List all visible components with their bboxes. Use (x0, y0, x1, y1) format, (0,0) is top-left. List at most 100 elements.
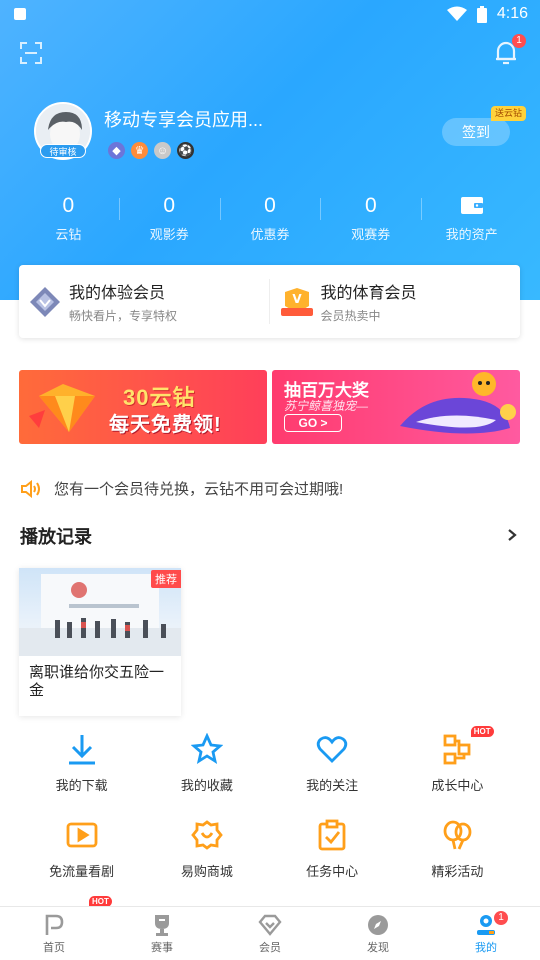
notification-button[interactable]: 1 (494, 34, 526, 66)
stat-label: 观影券 (149, 227, 189, 242)
hot-tag: HOT (470, 726, 494, 737)
feature-grid-row-1: 我的下载 我的收藏 我的关注 成长中心 HOT (19, 726, 520, 794)
lottery-promo-banner[interactable]: 抽百万大奖 苏宁鲸喜独宠— GO > (272, 370, 520, 444)
membership-card: 我的体验会员 畅快看片，专享特权 V 我的体育会员 会员热卖中 (19, 265, 520, 338)
banner-go-button[interactable]: GO > (284, 414, 342, 432)
speaker-icon (21, 479, 40, 498)
asset-stats: 0 云钻 0 观影券 0 优惠券 0 观赛券 我的资产 (18, 192, 522, 248)
grid-label: 成长中心 (431, 778, 484, 793)
member-subtitle: 会员热卖中 (320, 309, 381, 323)
task-icon (318, 819, 346, 851)
svg-text:V: V (292, 292, 302, 306)
diamond-level-icon[interactable]: ◆ (108, 142, 125, 159)
notice-text: 您有一个会员待兑换，云钻不用可会过期哦! (54, 481, 344, 498)
wifi-icon (446, 6, 467, 21)
history-item-title: 离职谁给你交五险一金 (29, 664, 165, 699)
grid-label: 免流量看剧 (49, 864, 115, 879)
grid-label: 我的收藏 (180, 778, 233, 793)
history-item[interactable]: 推荐 离职谁给你交五险一金 (19, 568, 181, 716)
status-time: 4:16 (496, 5, 528, 22)
stat-value: 0 (264, 194, 276, 217)
tab-label: 我的 (475, 942, 497, 954)
feature-grid-row-2: 免流量看剧 易购商城 任务中心 精彩活动 (19, 819, 520, 880)
whale-illustration-icon (400, 372, 516, 434)
sports-member-icon: V (280, 287, 313, 316)
balloon-icon (443, 820, 472, 850)
grid-label: 精彩活动 (431, 864, 484, 879)
trophy-icon (155, 915, 169, 936)
grid-item-download[interactable]: 我的下载 (19, 733, 144, 794)
grid-item-events[interactable]: 精彩活动 (395, 819, 520, 880)
tab-label: 会员 (259, 942, 281, 954)
home-icon (45, 914, 64, 935)
stat-label: 优惠券 (250, 227, 290, 242)
soccer-level-icon[interactable]: ⚽ (177, 142, 194, 159)
avatar-status-badge: 待审核 (40, 144, 86, 158)
status-bar: 4:16 (0, 0, 540, 30)
stat-coupon[interactable]: 0 优惠券 (219, 192, 321, 248)
grid-label: 我的下载 (55, 778, 108, 793)
recommend-tag: 推荐 (151, 570, 181, 588)
stat-my-assets[interactable]: 我的资产 (421, 192, 522, 248)
tab-label: 首页 (43, 942, 65, 954)
signin-button[interactable]: 签到 (442, 118, 510, 146)
member-title: 我的体验会员 (69, 285, 166, 302)
notification-badge: 1 (512, 34, 526, 48)
experience-member-icon (30, 286, 60, 317)
member-title: 我的体育会员 (320, 285, 417, 302)
level-icons: ◆ ♛ ☺ ⚽ (108, 142, 194, 159)
yunzuan-promo-banner[interactable]: 30云钻 每天免费领! (19, 370, 267, 444)
diamond-gift-icon (29, 384, 95, 432)
play-icon (66, 822, 98, 848)
bottom-tab-bar: 首页 赛事 会员 发现 我的 1 (0, 906, 540, 960)
tab-matches[interactable]: 赛事 (108, 907, 216, 960)
grid-label: 我的关注 (306, 778, 359, 793)
tab-discover[interactable]: 发现 (324, 907, 432, 960)
grid-item-tasks[interactable]: 任务中心 (270, 819, 395, 880)
stat-value: 0 (163, 194, 176, 217)
crown-level-icon[interactable]: ♛ (131, 142, 148, 159)
history-section-title: 播放记录 (20, 527, 92, 547)
stat-movie-ticket[interactable]: 0 观影券 (118, 192, 220, 248)
banner-subtitle: 每天免费领! (109, 414, 222, 436)
grid-item-free-data[interactable]: 免流量看剧 (19, 819, 144, 880)
notification-dot-icon (14, 8, 26, 20)
diamond-icon (258, 914, 282, 936)
stat-yunzuan[interactable]: 0 云钻 (18, 192, 119, 248)
download-icon (68, 735, 95, 765)
stat-value: 0 (364, 194, 377, 217)
member-subtitle: 畅快看片，专享特权 (69, 309, 178, 323)
star-icon (190, 733, 223, 764)
username[interactable]: 移动专享会员应用... (104, 106, 263, 132)
banner-subtitle: 苏宁鲸喜独宠— (284, 399, 369, 413)
grid-item-mall[interactable]: 易购商城 (144, 819, 269, 880)
heart-icon (316, 736, 348, 763)
grid-label: 易购商城 (180, 864, 233, 879)
grid-label: 任务中心 (306, 864, 359, 879)
stat-label: 我的资产 (445, 227, 498, 242)
video-thumbnail: 推荐 (19, 568, 181, 656)
sports-membership[interactable]: V 我的体育会员 会员热卖中 (268, 265, 521, 338)
stat-value: 0 (62, 194, 75, 217)
chevron-right-icon[interactable] (506, 527, 518, 543)
scan-icon[interactable] (20, 42, 42, 64)
tab-profile[interactable]: 我的 1 (432, 907, 540, 960)
tab-home[interactable]: 首页 (0, 907, 108, 960)
stat-match-ticket[interactable]: 0 观赛券 (320, 192, 421, 248)
notice-bar[interactable]: 您有一个会员待兑换，云钻不用可会过期哦! (20, 478, 343, 499)
compass-icon (368, 915, 388, 935)
signin-reward-tag: 送云钻 (491, 106, 527, 121)
tab-badge: 1 (494, 911, 508, 925)
wallet-icon (460, 197, 483, 214)
grid-item-favorites[interactable]: 我的收藏 (144, 733, 269, 794)
cat-level-icon[interactable]: ☺ (154, 142, 171, 159)
tab-member[interactable]: 会员 (216, 907, 324, 960)
growth-icon (443, 734, 471, 765)
grid-item-growth[interactable]: 成长中心 HOT (395, 726, 520, 794)
grid-item-follows[interactable]: 我的关注 (270, 733, 395, 794)
stat-label: 云钻 (55, 227, 82, 242)
tab-label: 赛事 (151, 942, 173, 954)
tab-label: 发现 (367, 942, 389, 954)
mall-icon (191, 820, 223, 850)
experience-membership[interactable]: 我的体验会员 畅快看片，专享特权 (19, 265, 269, 338)
